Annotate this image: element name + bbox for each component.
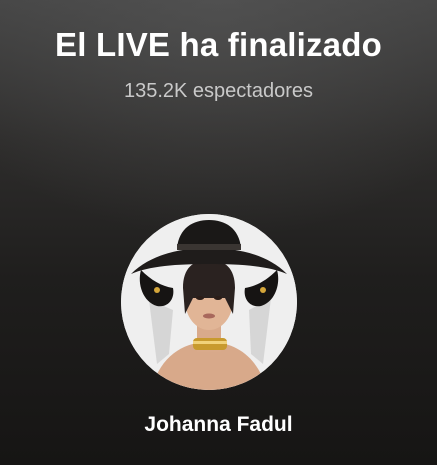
host-name[interactable]: Johanna Fadul xyxy=(0,413,437,437)
avatar-photo xyxy=(121,214,297,390)
viewer-count: 135.2K espectadores xyxy=(123,80,314,102)
live-ended-title: El LIVE ha finalizado xyxy=(55,26,382,63)
live-ended-screen: El LIVE ha finalizado 135.2K espectadore… xyxy=(0,0,437,465)
host-avatar[interactable] xyxy=(121,214,297,390)
